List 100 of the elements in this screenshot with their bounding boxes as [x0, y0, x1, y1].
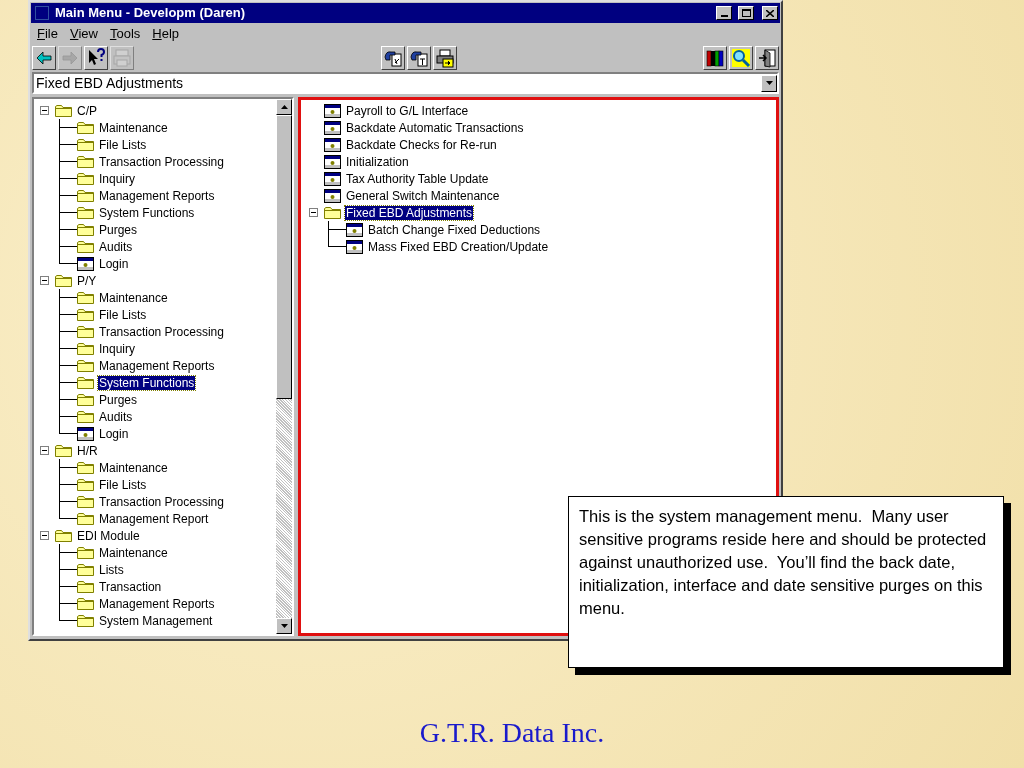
down-arrow-icon: [280, 624, 288, 628]
tree-item[interactable]: Purges: [98, 392, 139, 407]
close-button[interactable]: [762, 6, 778, 20]
folder-icon: [77, 614, 94, 627]
footer-text: G.T.R. Data Inc.: [418, 716, 606, 750]
tree-item[interactable]: System Functions: [98, 205, 196, 220]
folder-icon: [77, 478, 94, 491]
tree-item[interactable]: Management Reports: [98, 358, 216, 373]
folder-icon: [77, 410, 94, 423]
tree-item[interactable]: Tax Authority Table Update: [345, 171, 490, 186]
collapse-toggle[interactable]: [309, 208, 318, 217]
tree-item[interactable]: C/P: [76, 103, 98, 118]
scroll-thumb[interactable]: [276, 115, 292, 399]
printer-icon: [434, 48, 455, 68]
tree-item[interactable]: Fixed EBD Adjustments: [345, 205, 474, 220]
toolbar-button[interactable]: [406, 46, 431, 70]
tree-item[interactable]: File Lists: [98, 137, 148, 152]
folder-icon: [77, 359, 94, 372]
tree-item[interactable]: H/R: [76, 443, 99, 458]
folder-icon: [324, 206, 341, 219]
tree-item[interactable]: System Functions: [98, 375, 196, 390]
tree-item[interactable]: Purges: [98, 222, 139, 237]
program-window-icon: [324, 137, 341, 152]
menu-item[interactable]: Help: [147, 23, 185, 44]
tree-item[interactable]: Transaction Processing: [98, 154, 225, 169]
folder-icon: [77, 189, 94, 202]
folder-icon: [55, 104, 72, 117]
tree-item[interactable]: Login: [98, 426, 130, 441]
tree-item[interactable]: Maintenance: [98, 120, 169, 135]
minimize-button[interactable]: [716, 6, 732, 20]
hand-document-icon: [408, 48, 429, 68]
menu-item[interactable]: File: [32, 23, 63, 44]
toolbar-button[interactable]: [703, 46, 727, 70]
tree-item[interactable]: Inquiry: [98, 171, 137, 186]
scroll-down-button[interactable]: [276, 618, 292, 634]
folder-icon: [77, 546, 94, 559]
exit-door-icon: [757, 48, 777, 68]
tree-item[interactable]: Transaction Processing: [98, 494, 225, 509]
tree-item[interactable]: System Management: [98, 613, 214, 628]
folder-icon: [77, 563, 94, 576]
folder-icon: [77, 172, 94, 185]
tree-item[interactable]: Backdate Checks for Re-run: [345, 137, 498, 152]
tree-item[interactable]: Login: [98, 256, 130, 271]
tree-item[interactable]: Management Reports: [98, 188, 216, 203]
folder-icon: [77, 121, 94, 134]
tree-item[interactable]: File Lists: [98, 307, 148, 322]
toolbar-button[interactable]: [84, 46, 108, 70]
tree-item[interactable]: Mass Fixed EBD Creation/Update: [367, 239, 550, 254]
tree-item[interactable]: Transaction Processing: [98, 324, 225, 339]
close-icon: [766, 9, 774, 17]
tree-item[interactable]: Lists: [98, 562, 125, 577]
menu-item[interactable]: Tools: [104, 23, 146, 44]
tree-item[interactable]: Payroll to G/L Interface: [345, 103, 470, 118]
tree-item[interactable]: Batch Change Fixed Deductions: [367, 222, 542, 237]
dropdown-button[interactable]: [761, 74, 777, 92]
search-icon: [731, 48, 751, 68]
collapse-toggle[interactable]: [40, 531, 49, 540]
tree-item[interactable]: Maintenance: [98, 545, 169, 560]
vertical-scrollbar[interactable]: [276, 99, 292, 634]
tree-item[interactable]: EDI Module: [76, 528, 141, 543]
tree-item[interactable]: Backdate Automatic Transactions: [345, 120, 525, 135]
printer-icon: [112, 48, 132, 68]
folder-icon: [77, 325, 94, 338]
folder-icon: [77, 393, 94, 406]
folder-icon: [77, 240, 94, 253]
tree-item[interactable]: Management Report: [98, 511, 210, 526]
collapse-toggle[interactable]: [40, 106, 49, 115]
toolbar-button[interactable]: [32, 46, 56, 70]
collapse-toggle[interactable]: [40, 276, 49, 285]
tree-item[interactable]: Audits: [98, 409, 134, 424]
folder-icon: [77, 342, 94, 355]
toolbar-button[interactable]: [432, 46, 457, 70]
tree-item[interactable]: Transaction: [98, 579, 163, 594]
tree-item[interactable]: Initialization: [345, 154, 410, 169]
tree-item[interactable]: Maintenance: [98, 290, 169, 305]
toolbar-button[interactable]: [380, 46, 405, 70]
tree-item[interactable]: File Lists: [98, 477, 148, 492]
tree-item[interactable]: Maintenance: [98, 460, 169, 475]
toolbar-button[interactable]: [755, 46, 779, 70]
app-icon: [35, 6, 49, 20]
tree-item[interactable]: Audits: [98, 239, 134, 254]
tree-item[interactable]: Management Reports: [98, 596, 216, 611]
books-icon: [705, 48, 725, 68]
toolbar-button[interactable]: [729, 46, 753, 70]
scroll-up-button[interactable]: [276, 99, 292, 115]
hand-document-icon: [382, 48, 403, 68]
callout-text: This is the system management menu. Many user sensitive programs reside here and should be protected against unauthorized use. You’ll find the back date, initialization, interface and date sensitive purges on this menu.: [579, 506, 988, 619]
folder-icon: [77, 461, 94, 474]
folder-icon: [77, 495, 94, 508]
folder-icon: [77, 223, 94, 236]
tree-item[interactable]: P/Y: [76, 273, 98, 288]
tree-item[interactable]: General Switch Maintenance: [345, 188, 501, 203]
tree-item[interactable]: Inquiry: [98, 341, 137, 356]
up-arrow-icon: [280, 105, 288, 109]
folder-icon: [77, 155, 94, 168]
location-combobox[interactable]: Fixed EBD Adjustments: [32, 72, 779, 94]
menu-item[interactable]: View: [64, 23, 103, 44]
collapse-toggle[interactable]: [40, 446, 49, 455]
maximize-button[interactable]: [738, 6, 754, 20]
folder-icon: [55, 529, 72, 542]
